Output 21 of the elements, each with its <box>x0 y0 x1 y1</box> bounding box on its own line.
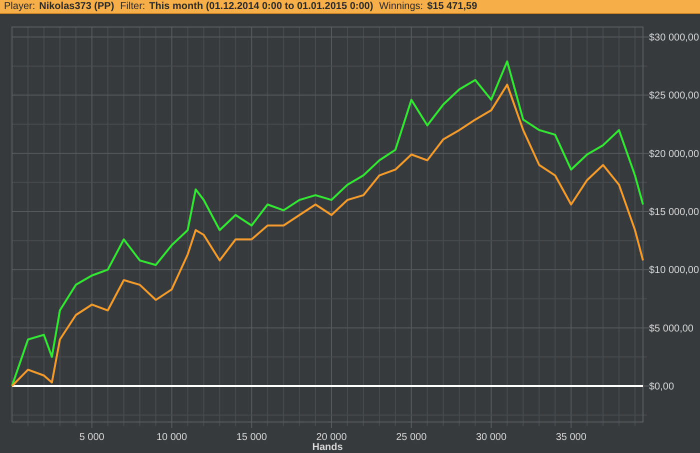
axis-tick-label: 25 000 <box>396 432 427 443</box>
axis-tick-label: $25 000,00 <box>649 90 700 102</box>
field-value: $15 471,59 <box>427 1 478 12</box>
axis-tick-label: $30 000,00 <box>649 32 700 44</box>
field-label: Player: <box>4 1 36 12</box>
field-value: Nikolas373 (PP) <box>39 1 114 12</box>
axis-tick-label: $10 000,00 <box>649 265 700 276</box>
field-value: This month (01.12.2014 0:00 to 01.01.2015 0:00) <box>149 1 374 12</box>
axis-tick-label: 35 000 <box>556 432 586 443</box>
axis-tick-label: 10 000 <box>156 432 188 443</box>
field-label: Winnings: <box>379 1 424 12</box>
axis-tick-label: 15 000 <box>236 432 267 443</box>
axis-tick-label: $5 000,00 <box>649 323 694 334</box>
field-label: Filter: <box>120 1 146 12</box>
axis-tick-label: $0,00 <box>649 382 674 392</box>
axis-tick-label: 20 000 <box>316 432 347 443</box>
axis-tick-label: 5 000 <box>79 432 104 443</box>
axis-tick-label: 30 000 <box>476 432 507 443</box>
axis-title: Hands <box>312 442 343 453</box>
axis-tick-label: $15 000,00 <box>649 207 700 218</box>
axis-tick-label: $20 000,00 <box>649 148 700 160</box>
